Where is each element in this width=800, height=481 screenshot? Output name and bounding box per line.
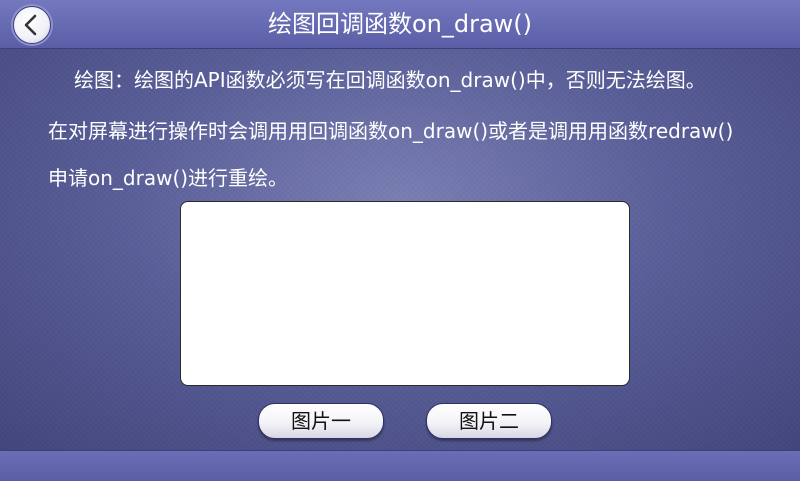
chevron-left-icon [24, 14, 37, 36]
picture-one-button[interactable]: 图片一 [258, 403, 384, 439]
picture-two-button[interactable]: 图片二 [426, 403, 552, 439]
description-line-1: 绘图：绘图的API函数必须写在回调函数on_draw()中，否则无法绘图。 [74, 68, 706, 92]
title-bar: 绘图回调函数on_draw() [0, 0, 800, 49]
description-line-3: 申请on_draw()进行重绘。 [48, 166, 289, 190]
back-button[interactable] [13, 6, 51, 44]
description-line-2: 在对屏幕进行操作时会调用用回调函数on_draw()或者是调用用函数redraw… [48, 119, 734, 143]
drawing-canvas [180, 201, 630, 386]
page-title: 绘图回调函数on_draw() [267, 10, 533, 38]
footer-bar [0, 450, 800, 481]
